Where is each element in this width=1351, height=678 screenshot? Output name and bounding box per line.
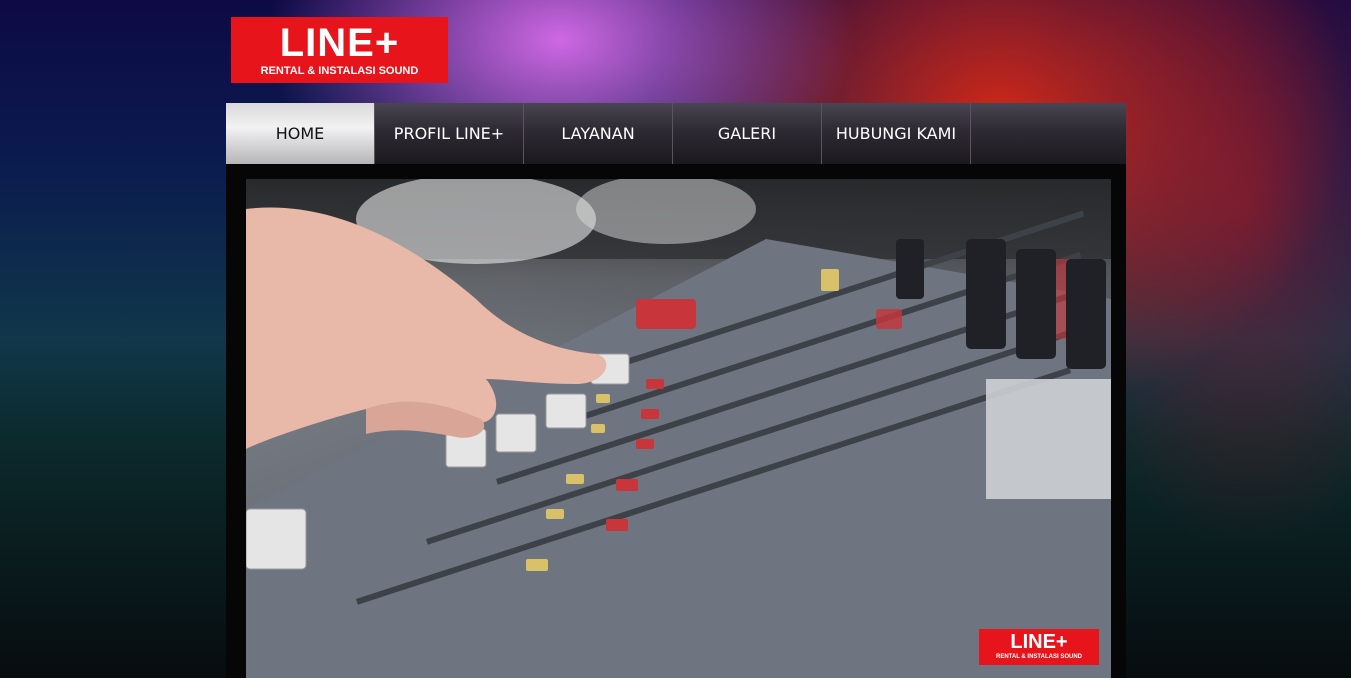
content-area: LINE+ RENTAL & INSTALASI SOUND bbox=[226, 164, 1126, 678]
nav-item-hubungi[interactable]: HUBUNGI KAMI bbox=[822, 103, 971, 164]
logo-text: LINE+ bbox=[279, 21, 400, 65]
watermark-tagline: RENTAL & INSTALASI SOUND bbox=[995, 654, 1082, 660]
logo-tagline: RENTAL & INSTALASI SOUND bbox=[260, 65, 419, 77]
page-container: LINE+ RENTAL & INSTALASI SOUND HOME PROF… bbox=[226, 0, 1126, 678]
nav-item-home[interactable]: HOME bbox=[226, 103, 375, 164]
main-nav: HOME PROFIL LINE+ LAYANAN GALERI HUBUNGI… bbox=[226, 103, 1126, 164]
hero-image-mixing-console: LINE+ RENTAL & INSTALASI SOUND bbox=[246, 179, 1111, 678]
hero-watermark-logo: LINE+ RENTAL & INSTALASI SOUND bbox=[979, 629, 1099, 665]
nav-item-galeri[interactable]: GALERI bbox=[673, 103, 822, 164]
mixing-console-illustration bbox=[246, 179, 1111, 678]
nav-item-profil[interactable]: PROFIL LINE+ bbox=[375, 103, 524, 164]
watermark-text: LINE+ bbox=[1010, 631, 1068, 653]
nav-item-layanan[interactable]: LAYANAN bbox=[524, 103, 673, 164]
site-logo[interactable]: LINE+ RENTAL & INSTALASI SOUND bbox=[231, 17, 448, 83]
